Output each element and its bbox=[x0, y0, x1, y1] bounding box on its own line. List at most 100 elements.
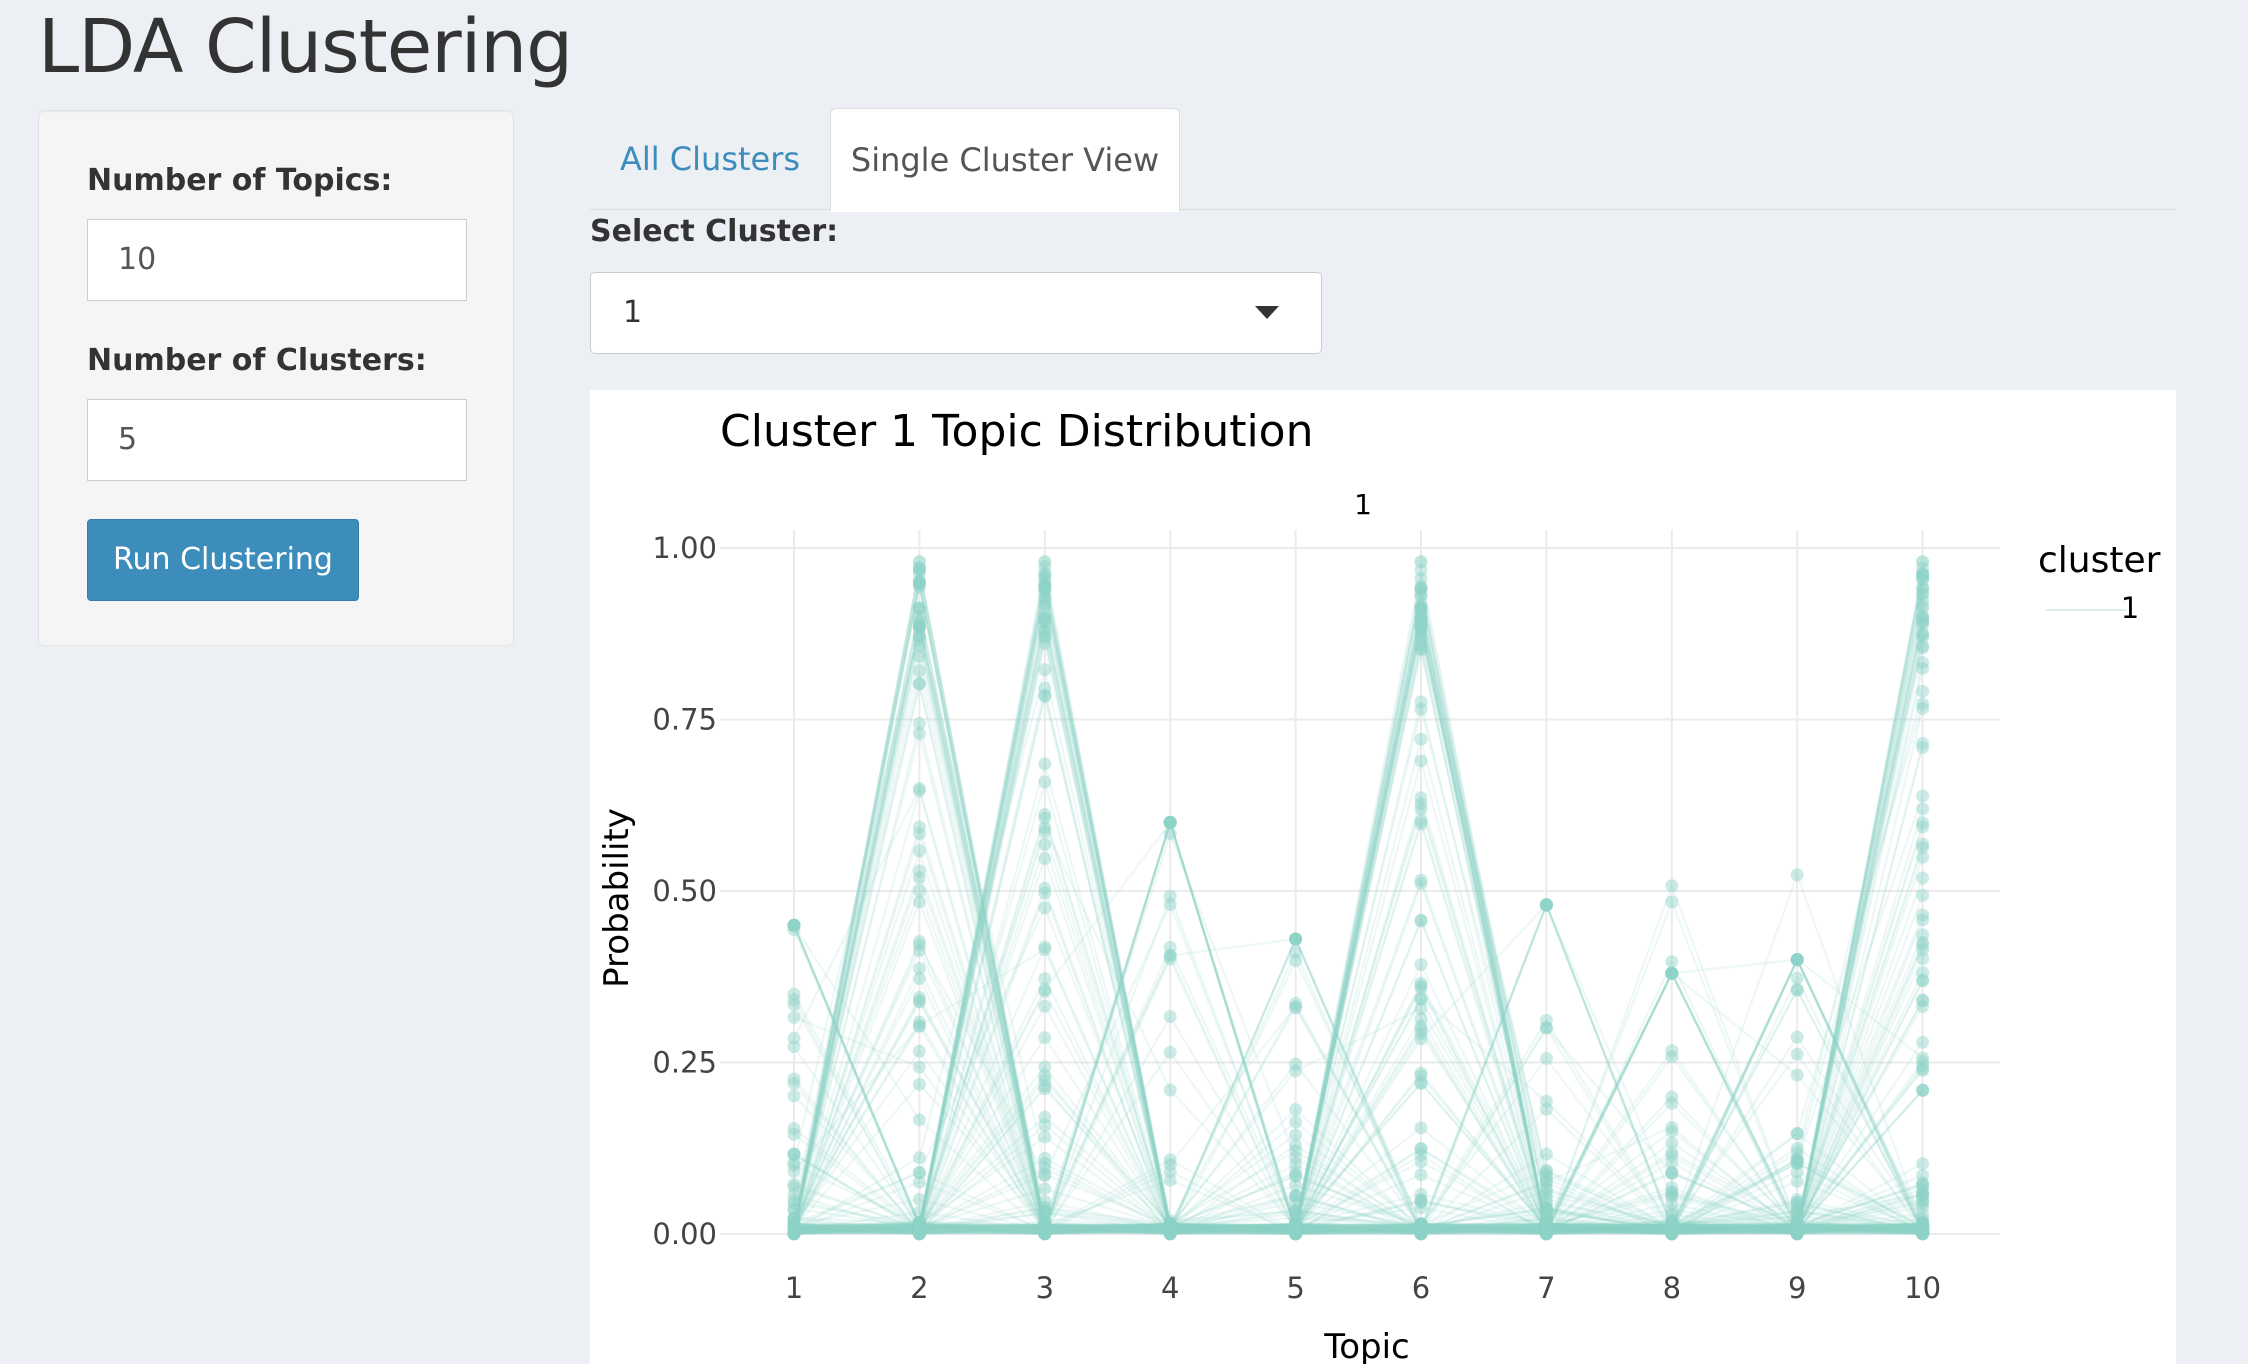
data-point[interactable] bbox=[1038, 999, 1052, 1013]
data-point[interactable] bbox=[1038, 757, 1052, 771]
data-point[interactable] bbox=[1916, 974, 1930, 988]
data-point[interactable] bbox=[1038, 972, 1052, 986]
data-point[interactable] bbox=[912, 1015, 926, 1029]
data-point[interactable] bbox=[1038, 663, 1052, 677]
tab-single-cluster-view[interactable]: Single Cluster View bbox=[830, 108, 1180, 212]
data-point[interactable] bbox=[1163, 1158, 1177, 1172]
data-point[interactable] bbox=[1916, 1217, 1930, 1231]
data-point[interactable] bbox=[787, 1089, 801, 1103]
data-point[interactable] bbox=[912, 1077, 926, 1091]
data-point[interactable] bbox=[1038, 1110, 1052, 1124]
data-point[interactable] bbox=[1790, 1068, 1804, 1082]
data-point[interactable] bbox=[1289, 1103, 1303, 1117]
data-point[interactable] bbox=[1790, 971, 1804, 985]
data-point[interactable] bbox=[1038, 1204, 1052, 1218]
data-point[interactable] bbox=[1163, 1173, 1177, 1187]
data-point[interactable] bbox=[1038, 775, 1052, 789]
data-point[interactable] bbox=[1414, 873, 1428, 887]
data-point[interactable] bbox=[1916, 598, 1930, 612]
data-point[interactable] bbox=[912, 934, 926, 948]
data-point[interactable] bbox=[1414, 588, 1428, 602]
data-point[interactable] bbox=[1289, 1169, 1303, 1183]
data-point[interactable] bbox=[787, 1122, 801, 1136]
data-point[interactable] bbox=[1916, 1157, 1930, 1171]
data-point[interactable] bbox=[1038, 1031, 1052, 1045]
data-point[interactable] bbox=[912, 1151, 926, 1165]
data-point[interactable] bbox=[1414, 1121, 1428, 1135]
topic-peak-point[interactable] bbox=[1916, 555, 1930, 569]
data-point[interactable] bbox=[912, 1113, 926, 1127]
data-point[interactable] bbox=[1916, 789, 1930, 803]
data-point[interactable] bbox=[1916, 1187, 1930, 1201]
data-point[interactable] bbox=[1916, 837, 1930, 851]
data-point[interactable] bbox=[787, 1217, 801, 1231]
data-point[interactable] bbox=[787, 1203, 801, 1217]
data-point[interactable] bbox=[1539, 1163, 1553, 1177]
topic-peak-point[interactable] bbox=[1289, 932, 1303, 946]
data-point[interactable] bbox=[1414, 1168, 1428, 1182]
data-point[interactable] bbox=[1038, 1161, 1052, 1175]
data-point[interactable] bbox=[912, 871, 926, 885]
data-point[interactable] bbox=[1414, 1066, 1428, 1080]
data-point[interactable] bbox=[1916, 639, 1930, 653]
data-point[interactable] bbox=[1414, 957, 1428, 971]
data-point[interactable] bbox=[1539, 1192, 1553, 1206]
data-point[interactable] bbox=[1916, 684, 1930, 698]
data-point[interactable] bbox=[912, 1060, 926, 1074]
data-point[interactable] bbox=[1916, 802, 1930, 816]
number-of-clusters-input[interactable]: 5 bbox=[87, 399, 467, 481]
data-point[interactable] bbox=[1414, 1142, 1428, 1156]
data-point[interactable] bbox=[1790, 1146, 1804, 1160]
topic-peak-point[interactable] bbox=[1038, 555, 1052, 569]
data-point[interactable] bbox=[1163, 898, 1177, 912]
data-point[interactable] bbox=[1414, 791, 1428, 805]
run-clustering-button[interactable]: Run Clustering bbox=[87, 519, 359, 601]
data-point[interactable] bbox=[1038, 901, 1052, 915]
data-point[interactable] bbox=[1414, 702, 1428, 716]
topic-peak-point[interactable] bbox=[1414, 555, 1428, 569]
data-point[interactable] bbox=[1414, 1226, 1428, 1240]
data-point[interactable] bbox=[912, 990, 926, 1004]
data-point[interactable] bbox=[1539, 1052, 1553, 1066]
data-point[interactable] bbox=[912, 628, 926, 642]
data-point[interactable] bbox=[787, 993, 801, 1007]
data-point[interactable] bbox=[1414, 614, 1428, 628]
data-point[interactable] bbox=[1163, 952, 1177, 966]
data-point[interactable] bbox=[1916, 913, 1930, 927]
data-point[interactable] bbox=[1539, 1220, 1553, 1234]
data-point[interactable] bbox=[1414, 732, 1428, 746]
data-point[interactable] bbox=[912, 726, 926, 740]
data-point[interactable] bbox=[912, 1192, 926, 1206]
data-point[interactable] bbox=[1038, 1060, 1052, 1074]
data-point[interactable] bbox=[1539, 1094, 1553, 1108]
data-point[interactable] bbox=[1289, 1203, 1303, 1217]
data-point[interactable] bbox=[1289, 1226, 1303, 1240]
data-point[interactable] bbox=[1289, 1115, 1303, 1129]
data-point[interactable] bbox=[912, 972, 926, 986]
data-point[interactable] bbox=[1038, 837, 1052, 851]
data-point[interactable] bbox=[1916, 661, 1930, 675]
data-point[interactable] bbox=[1665, 1166, 1679, 1180]
data-point[interactable] bbox=[1038, 611, 1052, 625]
topic-peak-point[interactable] bbox=[1163, 815, 1177, 829]
data-point[interactable] bbox=[1665, 1096, 1679, 1110]
data-point[interactable] bbox=[1038, 1073, 1052, 1087]
data-point[interactable] bbox=[1289, 1057, 1303, 1071]
data-point[interactable] bbox=[1916, 1035, 1930, 1049]
data-point[interactable] bbox=[1916, 1083, 1930, 1097]
data-point[interactable] bbox=[1163, 1045, 1177, 1059]
data-point[interactable] bbox=[1916, 994, 1930, 1008]
topic-peak-point[interactable] bbox=[1790, 953, 1804, 967]
data-point[interactable] bbox=[787, 1077, 801, 1091]
number-of-topics-input[interactable]: 10 bbox=[87, 219, 467, 301]
cluster-select[interactable]: 1 bbox=[590, 272, 1322, 354]
topic-peak-point[interactable] bbox=[912, 555, 926, 569]
data-point[interactable] bbox=[912, 784, 926, 798]
data-point[interactable] bbox=[1163, 1083, 1177, 1097]
data-point[interactable] bbox=[1289, 1144, 1303, 1158]
data-point[interactable] bbox=[1790, 1030, 1804, 1044]
data-point[interactable] bbox=[1289, 1157, 1303, 1171]
data-point[interactable] bbox=[912, 1175, 926, 1189]
data-point[interactable] bbox=[1665, 895, 1679, 909]
data-point[interactable] bbox=[1916, 697, 1930, 711]
